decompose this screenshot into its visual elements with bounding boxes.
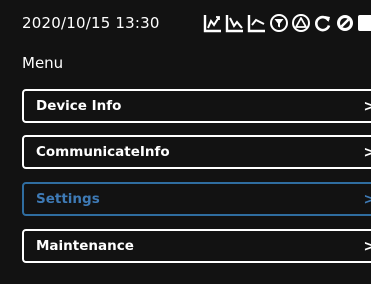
no-entry-icon (337, 15, 353, 31)
status-icons (203, 11, 371, 35)
menu-item-label: Maintenance (36, 238, 134, 254)
chart-up-icon (203, 15, 221, 33)
menu-item-maintenance[interactable]: Maintenance > (22, 229, 371, 263)
menu-item-device-info[interactable]: Device Info > (22, 89, 371, 123)
datetime: 2020/10/15 13:30 (22, 14, 160, 32)
refresh-icon (315, 15, 331, 32)
menu-item-label: Device Info (36, 98, 122, 114)
chevron-right-icon: > (363, 237, 371, 255)
chevron-right-icon: > (363, 97, 371, 115)
warning-icon (292, 14, 310, 32)
chevron-right-icon: > (363, 143, 371, 161)
menu-item-communicate-info[interactable]: CommunicateInfo > (22, 135, 371, 169)
square-icon (358, 15, 371, 31)
menu-item-label: Settings (36, 191, 100, 207)
chevron-right-icon: > (363, 190, 371, 208)
menu-title: Menu (22, 54, 64, 72)
chart-down-icon (225, 15, 243, 33)
status-bar: 2020/10/15 13:30 (0, 0, 371, 44)
menu-item-label: CommunicateInfo (36, 144, 170, 160)
filter-icon (270, 14, 288, 32)
menu-item-settings[interactable]: Settings > (22, 182, 371, 216)
chart-flat-icon (247, 15, 265, 33)
